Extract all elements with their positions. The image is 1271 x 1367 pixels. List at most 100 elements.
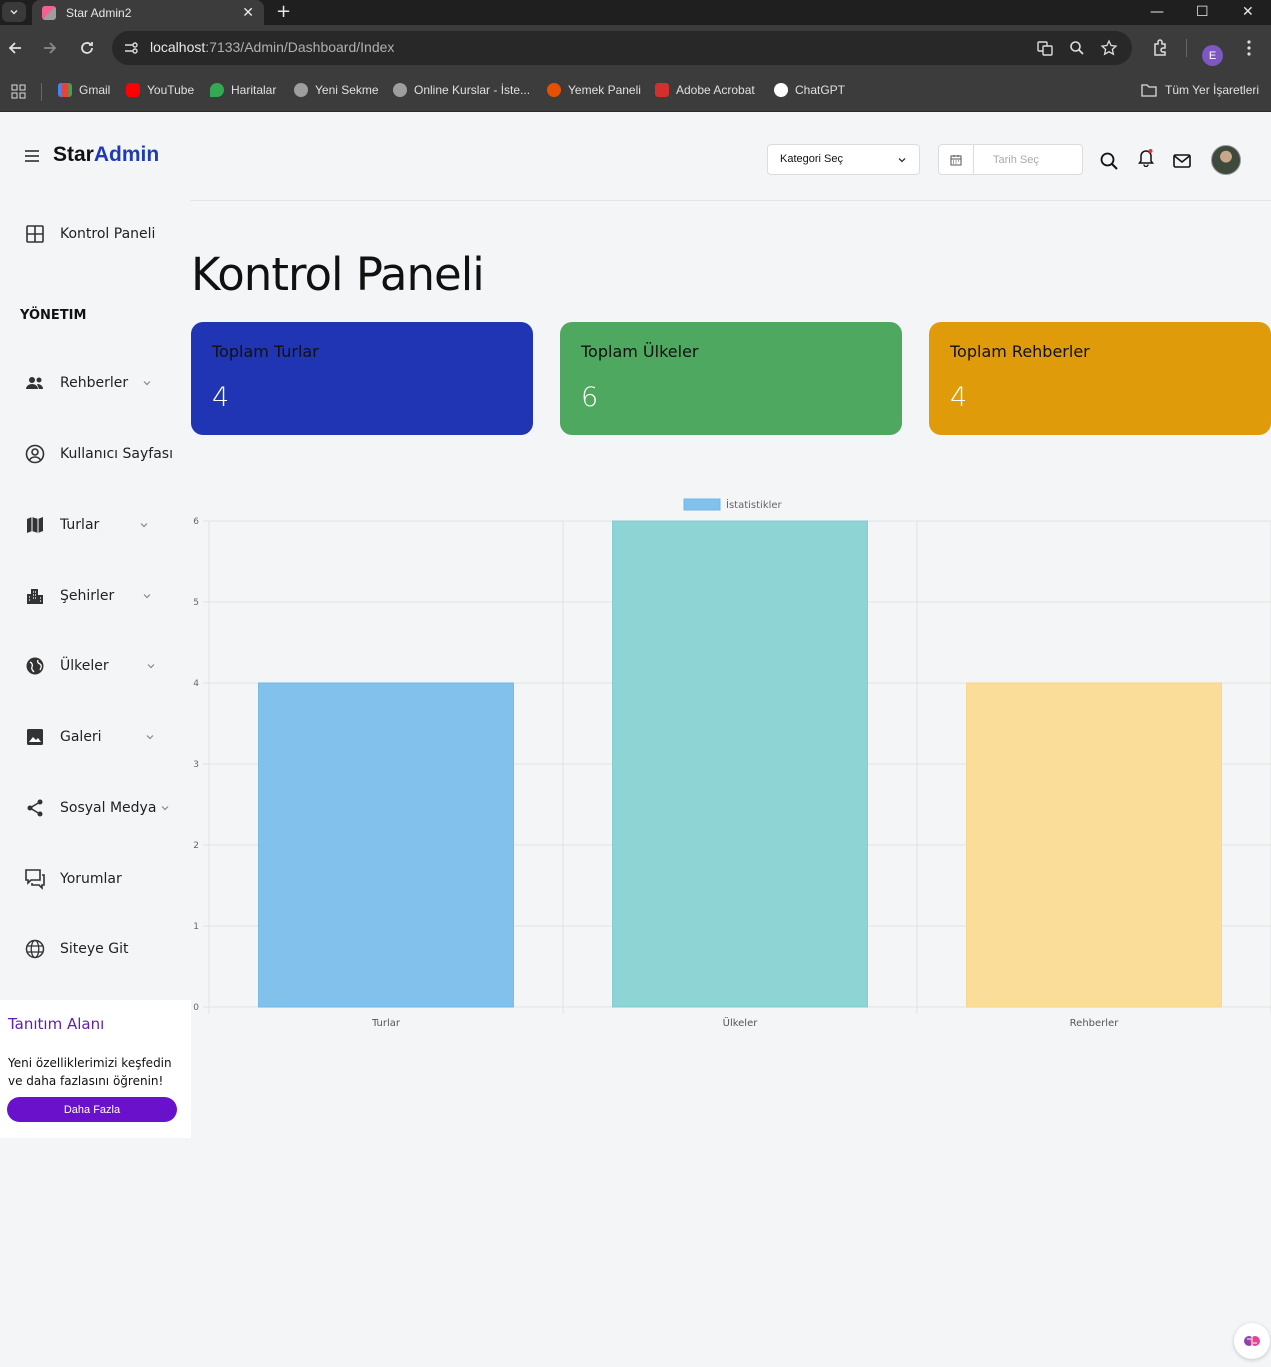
site-info-icon[interactable] xyxy=(122,39,140,57)
notification-bell-icon[interactable] xyxy=(1136,147,1156,167)
browser-toolbar: localhost:7133/Admin/Dashboard/Index E xyxy=(0,25,1271,71)
chevron-down-icon xyxy=(898,158,906,163)
user-avatar[interactable] xyxy=(1211,145,1241,175)
header-divider xyxy=(191,200,1271,201)
sidebar-item-turlar[interactable]: Turlar xyxy=(24,514,149,536)
address-bar[interactable]: localhost:7133/Admin/Dashboard/Index xyxy=(112,31,1132,65)
stat-card-label: Toplam Rehberler xyxy=(950,342,1090,361)
tab-title: Star Admin2 xyxy=(66,5,132,20)
sidebar-item-sosyal-medya[interactable]: Sosyal Medya xyxy=(24,797,170,819)
bookmark-yeni-sekme[interactable]: Yeni Sekme xyxy=(294,83,379,97)
dashboard-grid-icon xyxy=(26,225,44,243)
stat-card-ulkeler: Toplam Ülkeler 6 xyxy=(560,322,902,435)
bookmark-yemek-paneli[interactable]: Yemek Paneli xyxy=(547,83,641,97)
brand-part-1: Star xyxy=(53,143,94,166)
bookmark-haritalar[interactable]: Haritalar xyxy=(210,83,276,97)
url-host: localhost xyxy=(150,39,206,55)
y-tick-label: 5 xyxy=(193,598,199,608)
yemek-icon xyxy=(547,83,561,97)
site-favicon-icon xyxy=(42,5,56,20)
floating-assistant-button[interactable] xyxy=(1234,1323,1270,1359)
date-input[interactable] xyxy=(975,145,1082,174)
legend-swatch xyxy=(683,498,721,511)
stat-card-rehberler: Toplam Rehberler 4 xyxy=(929,322,1271,435)
bookmark-label: YouTube xyxy=(147,83,195,97)
tab-close-icon[interactable]: ✕ xyxy=(242,5,254,21)
youtube-icon xyxy=(126,83,140,97)
brand-logo[interactable]: StarAdmin xyxy=(53,143,159,167)
sidebar-item-siteye-git[interactable]: Siteye Git xyxy=(24,938,128,960)
sidebar-item-kontrol-paneli[interactable]: Kontrol Paneli xyxy=(24,223,155,245)
new-tab-icon[interactable]: + xyxy=(276,2,291,22)
tab-search-button[interactable] xyxy=(2,2,26,22)
minimize-icon[interactable]: — xyxy=(1150,2,1164,22)
category-select[interactable]: Kategori Seç xyxy=(767,144,920,175)
sidebar-item-kullanici-sayfasi[interactable]: Kullanıcı Sayfası xyxy=(24,443,173,465)
calendar-button[interactable] xyxy=(939,145,974,174)
reload-icon[interactable] xyxy=(77,38,97,58)
sidebar-item-rehberler[interactable]: Rehberler xyxy=(24,372,152,394)
sidebar-item-label: Turlar xyxy=(60,517,100,533)
sidebar-item-label: Ülkeler xyxy=(60,658,109,674)
maximize-icon[interactable]: ☐ xyxy=(1196,2,1209,22)
sidebar-section-title: YÖNETIM xyxy=(20,308,87,323)
city-icon xyxy=(27,589,43,604)
zoom-icon[interactable] xyxy=(1068,39,1086,57)
profile-avatar[interactable]: E xyxy=(1202,45,1223,66)
chevron-down-icon xyxy=(140,523,148,528)
search-icon[interactable] xyxy=(1099,151,1119,171)
browser-tab-active[interactable]: Star Admin2 ✕ xyxy=(32,0,264,25)
admin-app: StarAdmin Kategori Seç Kontrol Paneli YÖ… xyxy=(0,113,1271,1367)
sidebar-item-galeri[interactable]: Galeri xyxy=(24,726,155,748)
maps-pin-icon xyxy=(210,83,224,97)
y-tick-label: 3 xyxy=(193,760,199,770)
extensions-icon[interactable] xyxy=(1150,38,1170,58)
x-tick-label: Turlar xyxy=(371,1018,401,1029)
chart-bar xyxy=(612,520,868,1008)
sidebar-item-label: Sosyal Medya xyxy=(60,800,157,816)
date-picker xyxy=(938,144,1083,175)
translate-icon[interactable] xyxy=(1036,39,1054,57)
chevron-down-icon xyxy=(143,381,151,386)
sidebar-item-label: Yorumlar xyxy=(60,871,122,887)
globe-icon xyxy=(26,657,44,675)
chevron-down-icon xyxy=(147,664,155,669)
bookmark-adobe-acrobat[interactable]: Adobe Acrobat xyxy=(655,83,755,97)
bookmark-chatgpt[interactable]: ChatGPT xyxy=(774,83,845,97)
chevron-down-icon xyxy=(146,735,154,740)
stat-card-value: 4 xyxy=(950,382,968,413)
chart-bar xyxy=(966,682,1222,1008)
sidebar-item-yorumlar[interactable]: Yorumlar xyxy=(24,868,122,890)
sidebar-item-sehirler[interactable]: Şehirler xyxy=(24,585,152,607)
chevron-down-icon xyxy=(161,806,169,811)
stat-card-label: Toplam Ülkeler xyxy=(581,342,699,361)
bookmark-online-kurslar[interactable]: Online Kurslar - İste... xyxy=(393,83,530,97)
chevron-down-icon xyxy=(10,9,18,15)
bookmark-star-icon[interactable] xyxy=(1100,39,1118,57)
apps-grid-icon[interactable] xyxy=(11,84,26,99)
all-bookmarks-folder[interactable]: Tüm Yer İşaretleri xyxy=(1141,83,1259,97)
sidebar-item-label: Galeri xyxy=(60,729,102,745)
close-window-icon[interactable]: ✕ xyxy=(1242,2,1254,22)
mail-icon[interactable] xyxy=(1172,151,1192,171)
chevron-down-icon xyxy=(143,594,151,599)
promo-more-button[interactable]: Daha Fazla xyxy=(7,1097,177,1122)
bookmark-gmail[interactable]: Gmail xyxy=(58,83,110,97)
sidebar-item-ulkeler[interactable]: Ülkeler xyxy=(24,655,156,677)
x-tick-label: Ülkeler xyxy=(723,1016,759,1029)
web-globe-icon xyxy=(25,939,45,959)
more-menu-icon[interactable] xyxy=(1239,38,1259,58)
sidebar-item-label: Rehberler xyxy=(60,375,129,391)
bookmark-label: Yemek Paneli xyxy=(568,83,641,97)
toolbar-divider xyxy=(1186,39,1187,57)
back-arrow-icon[interactable] xyxy=(5,38,25,58)
folder-icon xyxy=(1141,84,1157,97)
share-icon xyxy=(27,799,43,817)
calendar-icon xyxy=(950,154,962,165)
bookmark-youtube[interactable]: YouTube xyxy=(126,83,194,97)
stat-card-value: 6 xyxy=(581,382,599,413)
forward-arrow-icon[interactable] xyxy=(40,38,60,58)
url-text: localhost:7133/Admin/Dashboard/Index xyxy=(150,39,394,55)
hamburger-menu-icon[interactable] xyxy=(24,149,40,163)
url-path: :7133/Admin/Dashboard/Index xyxy=(205,39,395,55)
